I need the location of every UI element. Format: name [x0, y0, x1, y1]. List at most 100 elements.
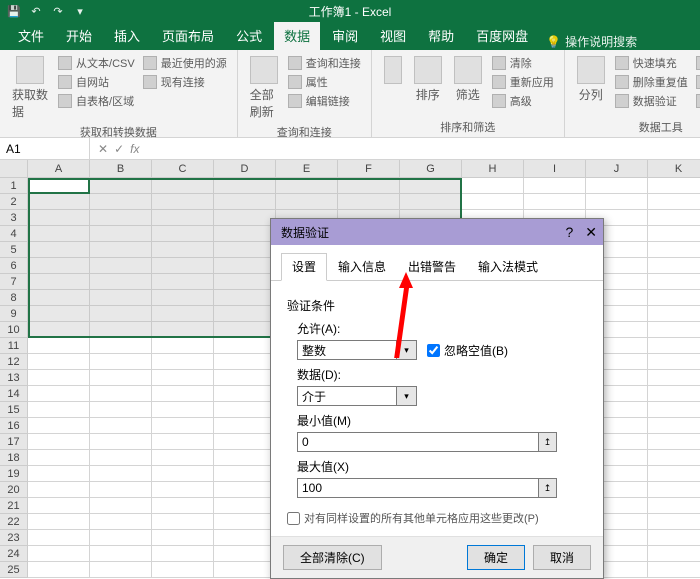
cell[interactable]	[462, 194, 524, 210]
cell[interactable]	[28, 434, 90, 450]
text-to-columns-button[interactable]: 分列	[573, 54, 609, 105]
apply-all-checkbox[interactable]	[287, 512, 300, 525]
tab-review[interactable]: 审阅	[322, 21, 368, 50]
cell[interactable]	[28, 386, 90, 402]
cell[interactable]	[338, 178, 400, 194]
cell[interactable]	[648, 242, 700, 258]
manage-model-button[interactable]: 管理数	[694, 92, 700, 110]
cell[interactable]	[28, 482, 90, 498]
from-web-button[interactable]: 自网站	[56, 73, 137, 91]
row-header[interactable]: 21	[0, 498, 28, 514]
cell[interactable]	[90, 402, 152, 418]
col-header[interactable]: A	[28, 160, 90, 178]
row-header[interactable]: 19	[0, 466, 28, 482]
cell[interactable]	[648, 466, 700, 482]
cell[interactable]	[90, 306, 152, 322]
row-header[interactable]: 17	[0, 434, 28, 450]
enter-formula-icon[interactable]: ✓	[114, 142, 124, 156]
name-box[interactable]: A1	[0, 138, 90, 159]
row-header[interactable]: 22	[0, 514, 28, 530]
undo-icon[interactable]: ↶	[28, 3, 44, 19]
cell[interactable]	[90, 354, 152, 370]
allow-input[interactable]	[297, 340, 397, 360]
row-header[interactable]: 16	[0, 418, 28, 434]
relations-button[interactable]: 关系	[694, 73, 700, 91]
cell[interactable]	[90, 242, 152, 258]
col-header[interactable]: E	[276, 160, 338, 178]
from-csv-button[interactable]: 从文本/CSV	[56, 54, 137, 72]
col-header[interactable]: K	[648, 160, 700, 178]
cell[interactable]	[214, 210, 276, 226]
cell[interactable]	[152, 258, 214, 274]
cell[interactable]	[152, 418, 214, 434]
advanced-button[interactable]: 高级	[490, 92, 556, 110]
cell[interactable]	[462, 178, 524, 194]
cell[interactable]	[152, 498, 214, 514]
tab-settings[interactable]: 设置	[281, 253, 327, 281]
cell[interactable]	[90, 514, 152, 530]
cell[interactable]	[152, 546, 214, 562]
row-header[interactable]: 18	[0, 450, 28, 466]
cell[interactable]	[648, 210, 700, 226]
cell[interactable]	[90, 226, 152, 242]
cell[interactable]	[28, 178, 90, 194]
cell[interactable]	[152, 402, 214, 418]
tab-file[interactable]: 文件	[8, 21, 54, 50]
cell[interactable]	[214, 258, 276, 274]
cell[interactable]	[214, 498, 276, 514]
cell[interactable]	[400, 178, 462, 194]
row-headers[interactable]: 1234567891011121314151617181920212223242…	[0, 178, 28, 578]
cell[interactable]	[152, 386, 214, 402]
allow-combo[interactable]: ▾	[297, 340, 417, 360]
col-header[interactable]: G	[400, 160, 462, 178]
tab-ime-mode[interactable]: 输入法模式	[467, 253, 549, 280]
chevron-down-icon[interactable]: ▾	[397, 386, 417, 406]
fx-icon[interactable]: fx	[130, 142, 139, 156]
cell[interactable]	[214, 322, 276, 338]
row-header[interactable]: 2	[0, 194, 28, 210]
cell[interactable]	[90, 210, 152, 226]
row-header[interactable]: 10	[0, 322, 28, 338]
cell[interactable]	[152, 242, 214, 258]
cancel-button[interactable]: 取消	[533, 545, 591, 570]
row-header[interactable]: 6	[0, 258, 28, 274]
cell[interactable]	[648, 498, 700, 514]
cell[interactable]	[648, 370, 700, 386]
cell[interactable]	[648, 482, 700, 498]
cell[interactable]	[152, 562, 214, 578]
cell[interactable]	[648, 514, 700, 530]
cell[interactable]	[214, 338, 276, 354]
tab-data[interactable]: 数据	[274, 21, 320, 50]
max-input[interactable]	[297, 478, 539, 498]
dialog-titlebar[interactable]: 数据验证 ? ✕	[271, 219, 603, 245]
consolidate-button[interactable]: 合并	[694, 54, 700, 72]
col-header[interactable]: B	[90, 160, 152, 178]
row-header[interactable]: 4	[0, 226, 28, 242]
cell[interactable]	[152, 322, 214, 338]
cell[interactable]	[28, 546, 90, 562]
cell[interactable]	[90, 466, 152, 482]
tab-insert[interactable]: 插入	[104, 21, 150, 50]
cell[interactable]	[28, 258, 90, 274]
cell[interactable]	[28, 210, 90, 226]
cell[interactable]	[214, 450, 276, 466]
col-header[interactable]: I	[524, 160, 586, 178]
cell[interactable]	[648, 194, 700, 210]
row-header[interactable]: 11	[0, 338, 28, 354]
qat-dropdown-icon[interactable]: ▾	[72, 3, 88, 19]
cell[interactable]	[152, 482, 214, 498]
cell[interactable]	[152, 450, 214, 466]
column-headers[interactable]: ABCDEFGHIJK	[28, 160, 700, 178]
cell[interactable]	[90, 418, 152, 434]
cell[interactable]	[214, 514, 276, 530]
cell[interactable]	[28, 274, 90, 290]
cell[interactable]	[152, 210, 214, 226]
cell[interactable]	[90, 322, 152, 338]
data-combo[interactable]: ▾	[297, 386, 417, 406]
row-header[interactable]: 15	[0, 402, 28, 418]
cell[interactable]	[214, 274, 276, 290]
cell[interactable]	[28, 226, 90, 242]
ignore-blank-checkbox[interactable]	[427, 344, 440, 357]
cell[interactable]	[28, 242, 90, 258]
tab-baidu[interactable]: 百度网盘	[466, 21, 538, 50]
